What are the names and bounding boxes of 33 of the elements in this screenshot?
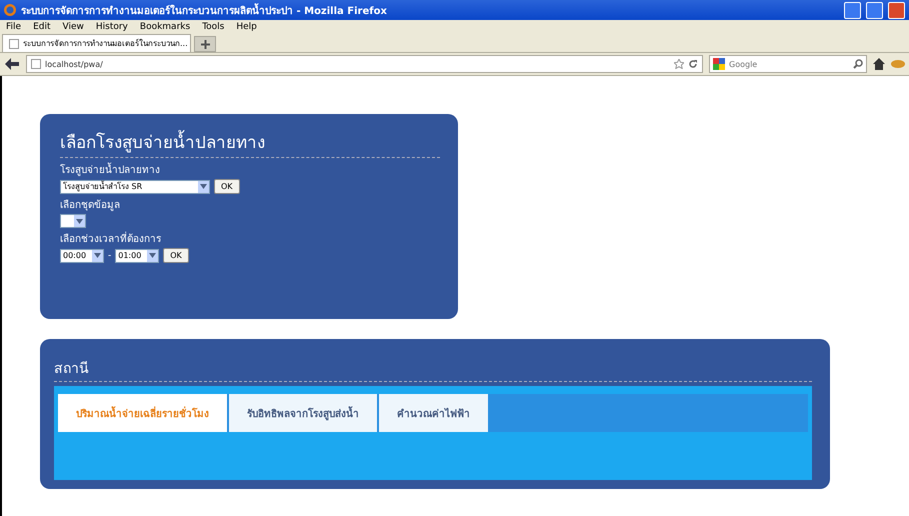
search-icon[interactable] <box>853 59 863 69</box>
range-separator: - <box>108 250 112 260</box>
new-tab-icon[interactable] <box>194 36 216 52</box>
menu-item[interactable]: Help <box>236 22 257 32</box>
menu-item[interactable]: Tools <box>202 22 224 32</box>
tab[interactable]: รับอิทธิพลจากโรงสูบส่งน้ำ <box>229 394 377 432</box>
field-label: เลือกช่วงเวลาที่ต้องการ <box>60 231 161 246</box>
search-bar[interactable]: Google <box>709 55 867 73</box>
field-label: โรงสูบจ่ายน้ำปลายทาง <box>60 162 160 177</box>
dropdown-select[interactable] <box>60 214 86 228</box>
ok-button[interactable]: OK <box>214 179 240 194</box>
home-icon[interactable] <box>873 58 885 70</box>
window-title: ระบบการจัดการการทำงานมอเตอร์ในกระบวนการผลิตน้ำประปา - Mozilla Firefox <box>21 2 839 18</box>
menu-item[interactable]: View <box>62 22 84 32</box>
reload-icon[interactable] <box>688 59 698 69</box>
back-arrow-icon[interactable] <box>4 57 20 71</box>
browser-tab[interactable]: ระบบการจัดการการทำงานมอเตอร์ในกระบวนก... <box>2 34 191 52</box>
menu-item[interactable]: History <box>96 22 128 32</box>
tab[interactable]: คำนวณค่าไฟฟ้า <box>379 394 488 432</box>
panel-title: เลือกโรงสูบจ่ายน้ำปลายทาง <box>60 128 440 158</box>
panel-title: สถานี <box>54 357 812 382</box>
firefox-icon <box>4 4 16 16</box>
menu-item[interactable]: Bookmarks <box>140 22 190 32</box>
dropdown-select[interactable]: 01:00 <box>115 248 160 262</box>
menu-item[interactable]: Edit <box>33 22 50 32</box>
menu-item[interactable]: File <box>6 22 22 32</box>
dropdown-select[interactable]: 00:00 <box>60 248 104 262</box>
star-icon[interactable] <box>674 59 684 69</box>
field-label: เลือกชุดข้อมูล <box>60 198 120 212</box>
dropdown-select[interactable]: โรงสูบจ่ายน้ำสำโรง SR <box>60 180 210 194</box>
ok-button[interactable]: OK <box>163 248 189 263</box>
google-icon <box>713 58 725 70</box>
address-bar[interactable]: localhost/pwa/ <box>26 55 703 73</box>
